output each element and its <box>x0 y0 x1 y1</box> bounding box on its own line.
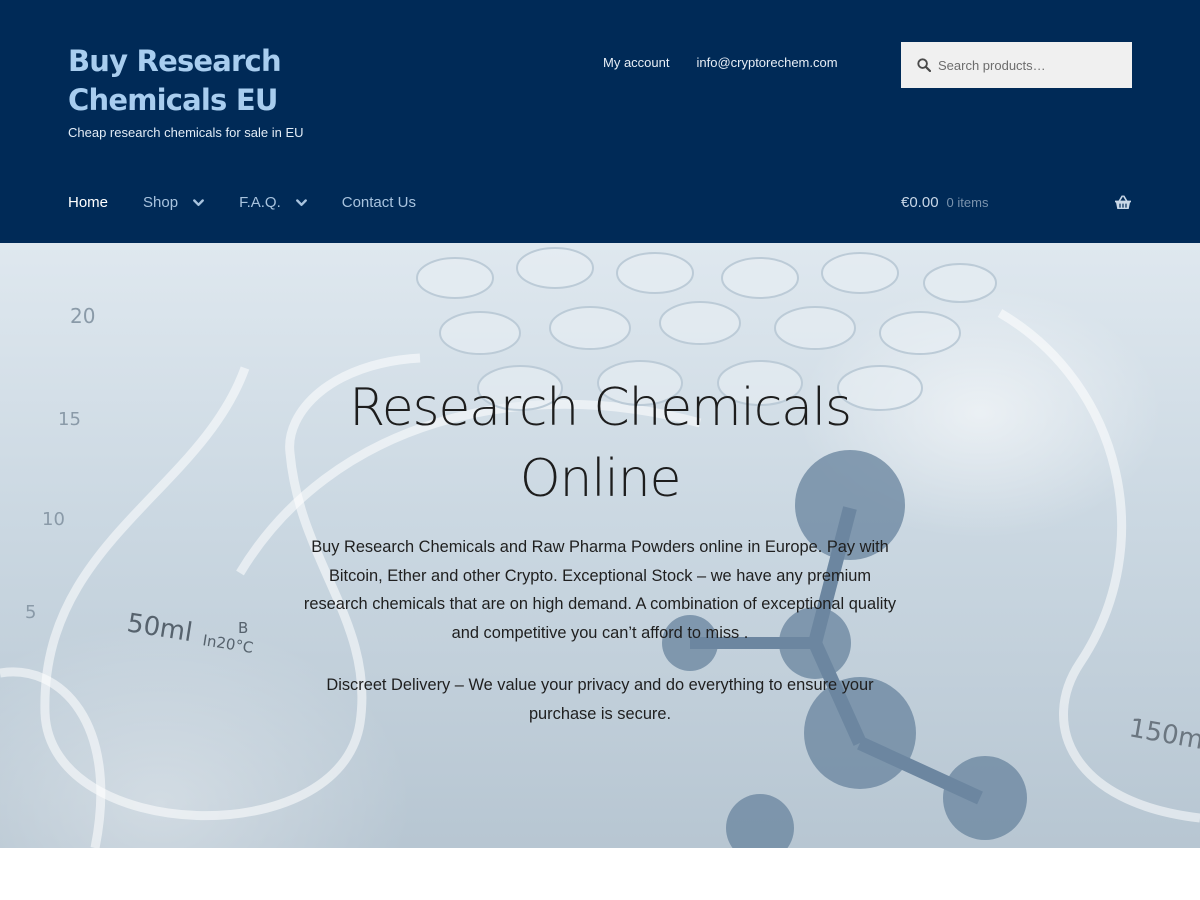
nav-link-faq[interactable]: F.A.Q. <box>239 194 281 211</box>
site-branding: Buy Research Chemicals EU Cheap research… <box>68 42 368 140</box>
bg-label-15: 15 <box>58 409 81 430</box>
header-cart[interactable]: €0.00 0 items <box>901 194 1132 211</box>
hero-paragraph: Buy Research Chemicals and Raw Pharma Po… <box>303 538 897 642</box>
chevron-down-icon[interactable] <box>295 198 307 207</box>
hero-text: Buy Research Chemicals and Raw Pharma Po… <box>300 533 900 728</box>
bg-label-20: 20 <box>70 304 95 328</box>
basket-icon[interactable] <box>1114 195 1132 210</box>
site-header: Buy Research Chemicals EU Cheap research… <box>0 0 1200 243</box>
nav-link-shop[interactable]: Shop <box>143 194 178 211</box>
site-tagline: Cheap research chemicals for sale in EU <box>68 125 304 140</box>
cart-amount[interactable]: €0.00 <box>901 194 939 211</box>
search-icon <box>917 58 931 72</box>
hero-banner: 20 15 10 5 50ml In20°C B 150m Research C… <box>0 243 1200 848</box>
search-input[interactable] <box>938 57 1128 73</box>
email-link[interactable]: info@cryptorechem.com <box>696 55 837 70</box>
bg-label-50ml: 50ml <box>125 608 195 648</box>
nav-item-home: Home <box>68 194 108 211</box>
site-title[interactable]: Buy Research Chemicals EU <box>68 42 368 120</box>
hero-title: Research Chemicals Online <box>349 378 852 509</box>
bg-label-10: 10 <box>42 509 65 530</box>
bg-label-150ml: 150m <box>1127 713 1200 756</box>
hero-content: Research Chemicals Online Buy Research C… <box>300 373 900 728</box>
my-account-link[interactable]: My account <box>603 55 669 70</box>
secondary-navigation: My account info@cryptorechem.com <box>603 55 838 70</box>
product-search[interactable] <box>901 42 1132 88</box>
cart-item-count[interactable]: 0 items <box>947 195 989 210</box>
nav-item-faq: F.A.Q. <box>239 194 307 211</box>
primary-navigation: Home Shop F.A.Q. Contact Us <box>68 194 451 211</box>
bg-label-b: B <box>238 619 248 637</box>
nav-item-shop: Shop <box>143 194 204 211</box>
bg-label-5: 5 <box>25 602 36 623</box>
nav-item-contact: Contact Us <box>342 194 416 211</box>
nav-link-contact[interactable]: Contact Us <box>342 194 416 211</box>
hero-paragraph: Discreet Delivery – We value your privac… <box>326 676 874 723</box>
nav-link-home[interactable]: Home <box>68 194 108 211</box>
chevron-down-icon[interactable] <box>193 198 204 207</box>
